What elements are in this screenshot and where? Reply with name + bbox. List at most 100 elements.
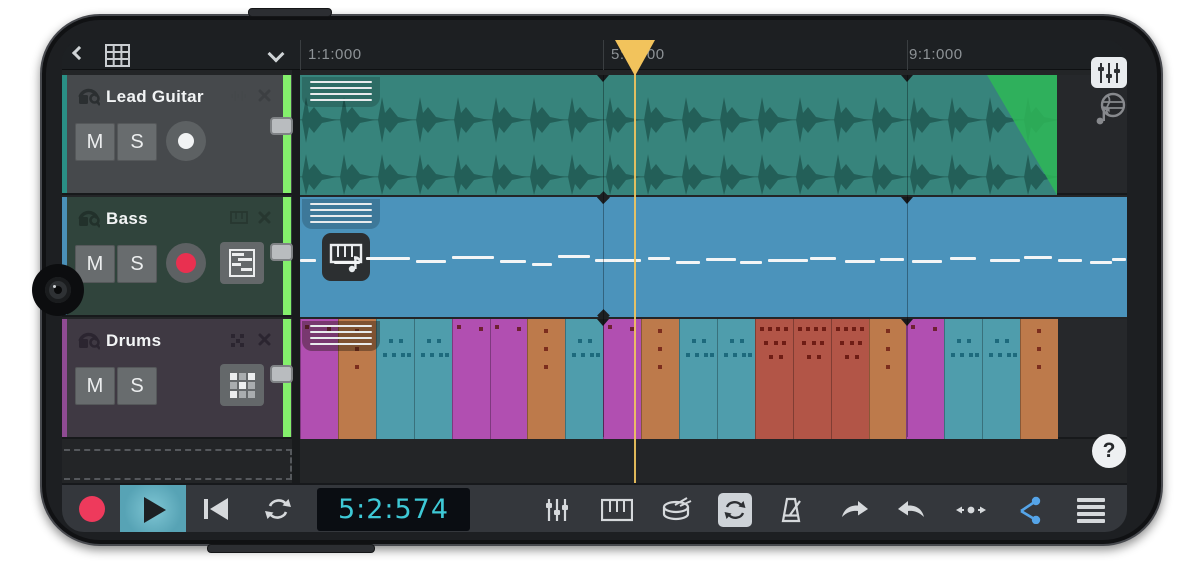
track-header-bass[interactable]: Bass M S (62, 197, 292, 315)
drum-pattern-block[interactable] (490, 319, 528, 439)
bar-gridline (907, 75, 908, 437)
metronome-icon[interactable] (774, 493, 808, 527)
drum-pattern-block[interactable] (376, 319, 414, 439)
record-arm-button[interactable] (166, 121, 206, 161)
phone-frame: 1:1:000 5:1:000 9:1:000 (40, 14, 1163, 546)
drum-pattern-block[interactable] (793, 319, 831, 439)
drum-pattern-block[interactable] (414, 319, 452, 439)
front-camera (32, 264, 84, 316)
drums-clip[interactable] (300, 319, 1058, 439)
record-button[interactable] (79, 496, 105, 522)
horizontal-zoom-icon[interactable] (954, 493, 988, 527)
play-icon (144, 497, 166, 523)
track-name[interactable]: Lead Guitar (106, 87, 204, 107)
midi-note (845, 260, 875, 263)
drum-pattern-block[interactable] (679, 319, 717, 439)
headphone-lock-icon[interactable] (76, 327, 100, 351)
mute-button[interactable]: M (75, 123, 115, 161)
ruler-tick (603, 40, 604, 70)
track-header-drums[interactable]: Drums M S (62, 319, 292, 437)
drum-pattern-block[interactable] (755, 319, 793, 439)
menu-icon[interactable] (1074, 493, 1108, 527)
midi-note (1024, 256, 1052, 259)
solo-button[interactable]: S (117, 123, 157, 161)
timeline-marker[interactable]: 1:1:000 (308, 46, 362, 63)
timeline-marker[interactable]: 9:1:000 (909, 46, 963, 63)
audio-clip[interactable] (300, 75, 1057, 195)
drum-icon[interactable] (660, 493, 694, 527)
rewind-to-start-button[interactable] (204, 498, 230, 520)
waveform-icon[interactable] (230, 89, 248, 103)
drum-pattern-block[interactable] (527, 319, 565, 439)
midi-note (416, 260, 446, 263)
help-button[interactable]: ? (1092, 434, 1126, 468)
play-button[interactable] (120, 485, 186, 532)
drum-pattern-block[interactable] (869, 319, 907, 439)
midi-note (366, 257, 410, 260)
midi-note (334, 261, 360, 264)
volume-button (248, 8, 332, 17)
mute-button[interactable]: M (75, 367, 115, 405)
chevron-down-icon[interactable] (268, 46, 285, 63)
audio-lane[interactable] (292, 75, 1127, 193)
midi-note (740, 261, 762, 264)
grid-view-icon[interactable] (104, 43, 131, 68)
midi-clip[interactable] (300, 197, 1127, 317)
drum-pattern-block[interactable] (831, 319, 869, 439)
add-track-dropzone[interactable] (64, 449, 292, 480)
app-screen: 1:1:000 5:1:000 9:1:000 (62, 40, 1127, 532)
midi-note (676, 261, 700, 264)
drum-lane[interactable] (292, 319, 1127, 437)
pianoroll-edit-button[interactable] (220, 242, 264, 284)
sync-loop-icon[interactable] (718, 493, 752, 527)
drum-pattern-block[interactable] (982, 319, 1020, 439)
drum-pattern-block[interactable] (1020, 319, 1058, 439)
keyboard-icon[interactable] (600, 493, 634, 527)
midi-note (880, 258, 904, 261)
undo-icon[interactable] (838, 493, 872, 527)
share-icon[interactable] (1012, 493, 1046, 527)
playhead-marker[interactable] (615, 40, 655, 76)
back-icon[interactable] (72, 46, 86, 60)
drum-pattern-block[interactable] (944, 319, 982, 439)
solo-button[interactable]: S (117, 245, 157, 283)
headphone-lock-icon[interactable] (76, 205, 100, 229)
close-icon[interactable] (258, 89, 271, 102)
midi-note (648, 257, 670, 260)
drumpad-edit-button[interactable] (220, 364, 264, 406)
midi-note (810, 257, 836, 260)
midi-note (1090, 261, 1112, 264)
piano-icon[interactable] (230, 211, 248, 224)
midi-lane[interactable] (292, 197, 1127, 315)
solo-button[interactable]: S (117, 367, 157, 405)
volume-handle[interactable] (270, 365, 293, 383)
time-display[interactable]: 5:2:574 (317, 488, 470, 531)
drum-grid-icon[interactable] (230, 333, 245, 348)
redo-icon[interactable] (894, 493, 928, 527)
midi-note (300, 259, 316, 262)
playhead-line (634, 40, 636, 483)
headphone-lock-icon[interactable] (76, 83, 100, 107)
midi-note (706, 258, 736, 261)
track-name[interactable]: Bass (106, 209, 148, 229)
time-value: 5:2:574 (338, 494, 449, 525)
midi-note (1058, 259, 1082, 262)
globe-audio-icon[interactable] (1094, 92, 1127, 126)
drum-pattern-block[interactable] (565, 319, 603, 439)
track-name[interactable]: Drums (106, 331, 161, 351)
track-header-lead-guitar[interactable]: Lead Guitar M S (62, 75, 292, 193)
volume-handle[interactable] (270, 243, 293, 261)
piano-note-icon[interactable] (322, 233, 370, 281)
loop-button[interactable] (264, 496, 292, 522)
record-arm-button[interactable] (166, 243, 206, 283)
drum-pattern-block[interactable] (906, 319, 944, 439)
mixer-panel-button[interactable] (1091, 57, 1127, 88)
close-icon[interactable] (258, 333, 271, 346)
drum-pattern-block[interactable] (717, 319, 755, 439)
drum-pattern-block[interactable] (452, 319, 490, 439)
midi-note (452, 256, 494, 259)
close-icon[interactable] (258, 211, 271, 224)
mixer-icon[interactable] (540, 493, 574, 527)
volume-handle[interactable] (270, 117, 293, 135)
drum-pattern-block[interactable] (641, 319, 679, 439)
